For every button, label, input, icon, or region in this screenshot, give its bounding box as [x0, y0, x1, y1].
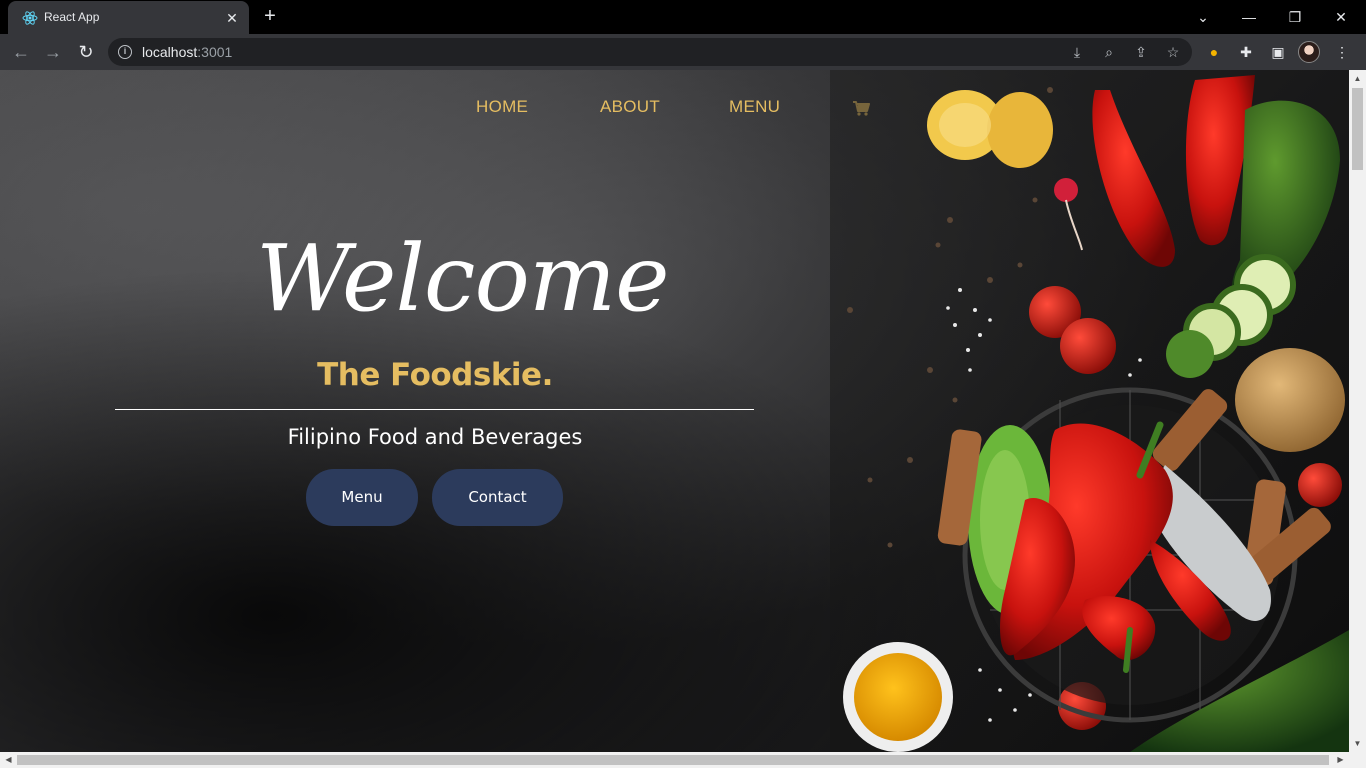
browser-toolbar: ← → ↻ i localhost:3001 ⤓ ⌕ ⇪ ☆ ● ✚ ▣ ⋮: [0, 34, 1366, 70]
contact-button[interactable]: Contact: [432, 469, 563, 526]
scroll-down-icon[interactable]: ▼: [1349, 735, 1366, 752]
url-text[interactable]: localhost:3001: [142, 44, 232, 60]
tab-search-icon[interactable]: ⌄: [1192, 6, 1214, 28]
forward-icon[interactable]: →: [42, 41, 64, 63]
info-icon[interactable]: i: [118, 45, 132, 59]
react-logo-icon: [22, 11, 38, 25]
vegetables-image: [830, 70, 1349, 752]
scroll-left-icon[interactable]: ◀: [0, 752, 17, 768]
zoom-icon[interactable]: ⌕: [1100, 43, 1118, 61]
sidepanel-icon[interactable]: ▣: [1268, 42, 1288, 62]
menu-icon[interactable]: ⋮: [1332, 42, 1352, 62]
hero-tagline: Filipino Food and Beverages: [287, 425, 583, 449]
nav-menu-link[interactable]: MENU: [729, 97, 780, 117]
minimize-button[interactable]: —: [1238, 6, 1260, 28]
vertical-scrollbar[interactable]: ▲ ▼: [1349, 70, 1366, 752]
page-viewport: HOME ABOUT MENU Welcome The Foodskie. Fi…: [0, 70, 1349, 752]
tab-title: React App: [44, 10, 100, 24]
restore-button[interactable]: ❐: [1284, 6, 1306, 28]
puzzle-icon[interactable]: ✚: [1236, 42, 1256, 62]
nav-about-link[interactable]: ABOUT: [600, 97, 660, 117]
reload-icon[interactable]: ↻: [75, 41, 97, 63]
close-window-button[interactable]: ✕: [1330, 6, 1352, 28]
tab-strip: React App ✕ + ⌄ — ❐ ✕: [0, 0, 1366, 34]
horizontal-scrollbar[interactable]: ◀ ▶: [0, 752, 1366, 768]
horizontal-scroll-thumb[interactable]: [17, 755, 1329, 765]
profile-avatar[interactable]: [1298, 41, 1320, 63]
close-tab-icon[interactable]: ✕: [223, 9, 241, 27]
hero-divider: [115, 409, 754, 410]
menu-button[interactable]: Menu: [306, 469, 418, 526]
back-icon[interactable]: ←: [10, 41, 32, 63]
address-bar[interactable]: i localhost:3001 ⤓ ⌕ ⇪ ☆: [108, 38, 1192, 66]
vertical-scroll-thumb[interactable]: [1352, 88, 1363, 170]
welcome-heading: Welcome: [256, 225, 670, 332]
install-icon[interactable]: ⤓: [1068, 43, 1086, 61]
browser-tab[interactable]: React App ✕: [8, 1, 249, 34]
share-icon[interactable]: ⇪: [1132, 43, 1150, 61]
nav-home-link[interactable]: HOME: [476, 97, 528, 117]
scroll-up-icon[interactable]: ▲: [1349, 70, 1366, 87]
new-tab-button[interactable]: +: [260, 6, 280, 26]
brand-name: The Foodskie.: [317, 357, 553, 393]
extension-icon[interactable]: ●: [1204, 42, 1224, 62]
scroll-right-icon[interactable]: ▶: [1332, 752, 1349, 768]
star-icon[interactable]: ☆: [1164, 43, 1182, 61]
